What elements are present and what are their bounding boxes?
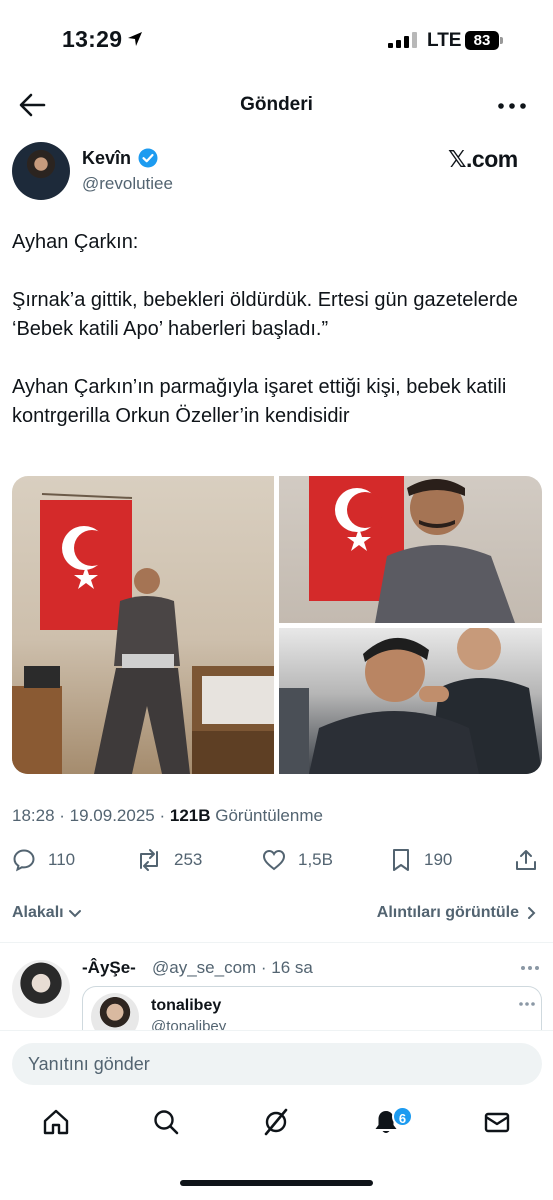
avatar[interactable] [12, 960, 70, 1018]
tweet-paragraph: Ayhan Çarkın: [12, 231, 139, 253]
chevron-right-icon [528, 907, 536, 919]
author-name[interactable]: Kevîn [82, 148, 131, 169]
home-icon[interactable] [42, 1108, 70, 1136]
battery-icon: 83 [465, 31, 499, 50]
verified-badge-icon [138, 148, 158, 168]
bookmark-count: 190 [424, 850, 453, 869]
share-icon [516, 850, 536, 870]
search-icon[interactable] [152, 1108, 180, 1136]
grok-icon[interactable] [262, 1108, 290, 1136]
reply-input[interactable] [12, 1043, 542, 1085]
tweet-paragraph: Şırnak’a gittik, bebekleri öldürdük. Ert… [12, 289, 518, 340]
chevron-down-icon [68, 910, 81, 918]
network-label: LTE [427, 30, 462, 51]
tweet-meta: 18:28 · 19.09.2025 · 121B Görüntülenme [12, 806, 323, 825]
tweet-author: Kevîn @revolutiee 𝕏.com [0, 140, 553, 204]
more-dots-icon[interactable] [519, 1001, 535, 1007]
tweet-time: 18:28 [12, 806, 55, 825]
page-title: Gönderi [240, 94, 313, 115]
views-label: Görüntülenme [215, 806, 323, 825]
photo-man-with-flag[interactable] [12, 476, 274, 774]
bookmark-button[interactable]: 190 [390, 848, 452, 872]
avatar[interactable] [12, 142, 70, 200]
views-count[interactable]: 121B [170, 806, 211, 825]
reply-icon [13, 849, 35, 872]
x-logo: 𝕏.com [448, 146, 518, 172]
like-count: 1,5B [298, 850, 333, 869]
status-time: 13:29 [62, 26, 123, 52]
related-label: Alakalı [12, 904, 64, 921]
battery-tip [500, 37, 503, 44]
view-quotes-label: Alıntıları görüntüle [376, 904, 519, 921]
related-bar: Alakalı Alıntıları görüntüle [0, 894, 553, 934]
more-dots-icon[interactable] [497, 94, 527, 118]
signal-icon [388, 32, 417, 48]
like-button[interactable]: 1,5B [262, 848, 333, 872]
author-handle[interactable]: @revolutiee [82, 174, 173, 194]
divider [0, 942, 553, 943]
view-quotes-link[interactable]: Alıntıları görüntüle [377, 904, 539, 922]
reply-button[interactable]: 110 [12, 848, 75, 872]
share-button[interactable] [514, 848, 538, 872]
mail-icon[interactable] [483, 1108, 511, 1136]
tweet-actions: 110 253 1,5B 190 [0, 840, 553, 880]
nav-header: Gönderi [0, 80, 553, 132]
repost-icon [140, 849, 158, 871]
bottom-tab-bar [0, 1096, 553, 1156]
repost-button[interactable]: 253 [136, 848, 202, 872]
reply-author-name[interactable]: -ÂyŞe- [82, 958, 136, 978]
tweet-paragraph: Ayhan Çarkın’ın parmağıyla işaret ettiği… [12, 376, 507, 427]
quote-author-name: tonalibey [151, 997, 222, 1014]
photo-man-pointing[interactable] [279, 628, 542, 774]
notifications-badge: 6 [392, 1106, 413, 1127]
reply-item[interactable]: -ÂyŞe- @ay_se_com · 16 sa tonalibey @ton… [0, 950, 553, 1046]
tweet-text: Ayhan Çarkın: Şırnak’a gittik, bebekleri… [12, 228, 542, 460]
reply-count: 110 [48, 850, 76, 869]
repost-count: 253 [174, 850, 203, 869]
home-indicator [180, 1180, 373, 1186]
tweet-date: 19.09.2025 [69, 806, 155, 825]
location-arrow-icon [128, 32, 142, 46]
heart-icon [262, 849, 286, 871]
reply-author-handle: @ay_se_com · 16 sa [152, 958, 313, 977]
bookmark-icon [393, 849, 409, 871]
related-sort-button[interactable]: Alakalı [12, 904, 83, 922]
more-dots-icon[interactable] [520, 964, 540, 972]
tweet-media [12, 476, 542, 774]
status-bar: 13:29 LTE 83 [0, 0, 553, 80]
photo-flag-closeup[interactable] [279, 476, 542, 623]
